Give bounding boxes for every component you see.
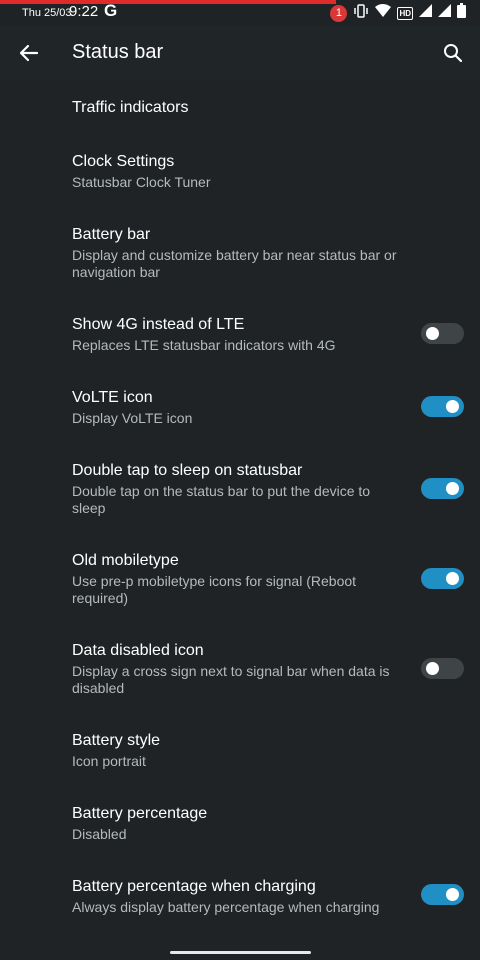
toggle-switch[interactable] xyxy=(421,884,464,905)
setting-summary: Display a cross sign next to signal bar … xyxy=(72,663,390,696)
setting-clock-settings[interactable]: Clock Settings Statusbar Clock Tuner xyxy=(0,134,480,207)
setting-summary: Use pre-p mobiletype icons for signal (R… xyxy=(72,573,357,606)
app-bar: Status bar xyxy=(0,26,480,80)
toggle-switch[interactable] xyxy=(421,658,464,679)
setting-title: Battery percentage when charging xyxy=(72,878,316,895)
toggle-knob xyxy=(446,572,459,585)
toggle-knob xyxy=(426,327,439,340)
toggle-knob xyxy=(446,482,459,495)
setting-summary: Always display battery percentage when c… xyxy=(72,899,380,915)
notification-count-badge: 1 xyxy=(330,4,348,22)
setting-summary: Display VoLTE icon xyxy=(72,410,193,426)
google-app-icon: G xyxy=(104,1,118,20)
setting-title: Show 4G instead of LTE xyxy=(72,316,245,333)
setting-data-disabled-icon[interactable]: Data disabled icon Display a cross sign … xyxy=(0,623,480,713)
setting-title: VoLTE icon xyxy=(72,389,153,406)
signal-icon xyxy=(419,4,432,22)
setting-summary: Statusbar Clock Tuner xyxy=(72,174,211,190)
setting-title: Battery bar xyxy=(72,226,151,243)
toggle-knob xyxy=(446,400,459,413)
setting-summary: Replaces LTE statusbar indicators with 4… xyxy=(72,337,336,353)
setting-double-tap-sleep[interactable]: Double tap to sleep on statusbar Double … xyxy=(0,443,480,533)
setting-summary: Disabled xyxy=(72,826,127,842)
screen: Thu 25/03 9:22 G 1 HD Status bar Traffic… xyxy=(0,0,480,960)
setting-title: Old mobiletype xyxy=(72,552,179,569)
setting-title: Data disabled icon xyxy=(72,642,204,659)
toggle-switch[interactable] xyxy=(421,478,464,499)
progress-indicator xyxy=(0,0,336,4)
setting-battery-bar[interactable]: Battery bar Display and customize batter… xyxy=(0,207,480,297)
battery-icon xyxy=(457,3,466,23)
search-icon xyxy=(444,44,463,63)
setting-title: Battery style xyxy=(72,732,161,749)
status-date: Thu 25/03 xyxy=(22,7,72,19)
setting-traffic-indicators[interactable]: Traffic indicators xyxy=(0,80,480,134)
search-button[interactable] xyxy=(438,38,468,68)
setting-title: Clock Settings xyxy=(72,153,175,170)
setting-battery-percentage-charging[interactable]: Battery percentage when charging Always … xyxy=(0,859,480,932)
vibrate-icon xyxy=(353,3,369,23)
hd-voice-icon: HD xyxy=(397,6,413,20)
toggle-knob xyxy=(426,662,439,675)
setting-title: Double tap to sleep on statusbar xyxy=(72,462,303,479)
setting-battery-percentage[interactable]: Battery percentage Disabled xyxy=(0,786,480,859)
status-icons: 1 HD xyxy=(330,3,466,23)
toggle-switch[interactable] xyxy=(421,396,464,417)
setting-title: Battery percentage xyxy=(72,805,208,822)
setting-old-mobiletype[interactable]: Old mobiletype Use pre-p mobiletype icon… xyxy=(0,533,480,623)
setting-volte-icon[interactable]: VoLTE icon Display VoLTE icon xyxy=(0,370,480,443)
setting-title: Traffic indicators xyxy=(72,99,189,116)
signal-icon-2 xyxy=(438,4,451,22)
back-button[interactable] xyxy=(14,38,44,68)
toggle-knob xyxy=(446,888,459,901)
gesture-nav-handle[interactable] xyxy=(170,951,311,954)
setting-summary: Icon portrait xyxy=(72,753,146,769)
setting-summary: Display and customize battery bar near s… xyxy=(72,247,397,280)
setting-summary: Double tap on the status bar to put the … xyxy=(72,483,371,516)
page-title: Status bar xyxy=(72,41,164,63)
system-status-bar: Thu 25/03 9:22 G 1 HD xyxy=(0,0,480,26)
wifi-icon xyxy=(375,4,392,22)
toggle-switch[interactable] xyxy=(421,568,464,589)
setting-battery-style[interactable]: Battery style Icon portrait xyxy=(0,713,480,786)
arrow-left-icon xyxy=(19,44,39,62)
setting-show-4g[interactable]: Show 4G instead of LTE Replaces LTE stat… xyxy=(0,297,480,370)
toggle-switch[interactable] xyxy=(421,323,464,344)
status-time: 9:22 xyxy=(69,3,99,20)
